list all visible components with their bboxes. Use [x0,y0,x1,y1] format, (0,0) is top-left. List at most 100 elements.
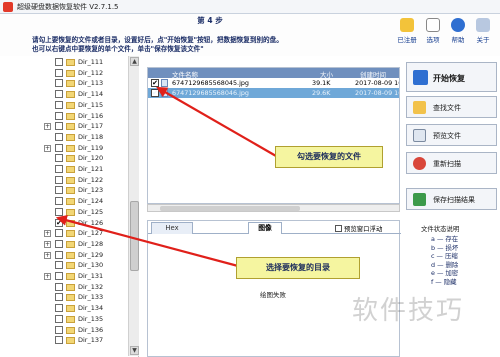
save-scan-button[interactable]: 保存扫描结果 [406,188,497,210]
tree-item[interactable]: + Dir_129 [14,250,138,260]
tree-checkbox[interactable] [55,207,63,216]
tab-hex[interactable]: Hex [151,222,193,234]
folder-icon [66,294,75,302]
tab-image[interactable]: 图像 [248,222,282,234]
tree-item[interactable]: Dir_123 [14,186,138,195]
float-window-toggle[interactable]: 预览窗口浮动 [335,224,382,233]
tree-item[interactable]: + Dir_117 [14,122,138,131]
tree-checkbox[interactable] [55,90,63,99]
tree-item[interactable]: + Dir_131 [14,272,138,281]
file-row[interactable]: ✔ 6747129685568046.jpg 29.6K 2017-08-09 … [148,88,399,98]
tree-checkbox[interactable] [55,100,63,109]
expand-icon[interactable]: + [44,240,51,248]
tree-scrollbar[interactable]: ▲ ▼ [128,56,139,356]
tree-checkbox[interactable] [55,229,63,238]
tree-item[interactable]: Dir_114 [14,90,138,99]
preview-file-button[interactable]: 预览文件 [406,124,497,146]
tree-checkbox[interactable] [55,122,63,131]
tree-item[interactable]: Dir_112 [14,68,138,78]
folder-icon [66,262,75,270]
tree-item[interactable]: + Dir_119 [14,143,138,153]
tree-item-label: Dir_134 [78,304,104,313]
tree-checkbox[interactable] [55,68,63,77]
tree-checkbox[interactable] [55,175,63,184]
rescan-button[interactable]: 重新扫描 [406,152,497,174]
tree-checkbox[interactable] [55,143,63,152]
tree-item-label: Dir_119 [78,143,104,152]
tree-item[interactable]: Dir_136 [14,325,138,335]
tree-checkbox[interactable] [55,197,63,206]
tree-checkbox[interactable] [55,165,63,173]
expand-icon[interactable]: + [44,230,51,238]
about-button[interactable]: 关于 [471,18,495,44]
expand-icon[interactable]: + [44,144,51,152]
file-list-hscrollbar[interactable] [147,204,400,212]
tree-item[interactable]: ✔ Dir_126 [14,218,138,228]
tree-checkbox[interactable] [55,79,63,88]
tree-item[interactable]: + Dir_127 [14,229,138,238]
tree-item[interactable]: Dir_132 [14,282,138,292]
tree-checkbox[interactable] [55,282,63,291]
tree-checkbox[interactable] [55,261,63,270]
tree-item[interactable]: Dir_122 [14,175,138,185]
tree-item[interactable]: Dir_115 [14,100,138,110]
options-button[interactable]: 选项 [421,18,445,44]
float-checkbox[interactable] [335,225,342,232]
file-row[interactable]: ✔ 6747129685568045.jpg 39.1K 2017-08-09 … [148,78,399,88]
tree-item-label: Dir_131 [78,272,104,280]
float-label: 预览窗口浮动 [344,225,383,233]
tree-checkbox[interactable] [55,58,63,66]
expand-icon[interactable]: + [44,273,51,280]
tree-item[interactable]: Dir_120 [14,154,138,163]
tree-item-label: Dir_113 [78,79,104,88]
tree-item[interactable]: Dir_137 [14,336,138,345]
tree-item[interactable]: Dir_124 [14,197,138,206]
folder-icon [66,133,75,141]
tree-item[interactable]: + Dir_128 [14,239,138,249]
tree-item[interactable]: Dir_113 [14,79,138,88]
folder-icon [66,326,75,334]
tree-item[interactable]: Dir_133 [14,293,138,302]
hscroll-thumb[interactable] [160,206,300,211]
help-button[interactable]: 帮助 [446,18,470,44]
scroll-thumb[interactable] [130,201,139,271]
tree-item[interactable]: Dir_121 [14,165,138,174]
tree-item[interactable]: Dir_111 [14,58,138,67]
file-checkbox[interactable]: ✔ [151,89,159,97]
tree-checkbox[interactable] [55,293,63,302]
tree-checkbox[interactable] [55,272,63,280]
tree-item-label: Dir_122 [78,175,104,184]
file-list[interactable]: 文件名称 大小 创建时间 ✔ 6747129685568045.jpg 39.1… [147,67,400,204]
tree-checkbox[interactable] [55,154,63,163]
legend-item: b — 损坏 [431,243,459,252]
start-recovery-button[interactable]: 开始恢复 [406,62,497,92]
directory-tree[interactable]: Dir_111 Dir_112 Dir_113 Dir_114 Dir_115 Dir_1… [14,56,139,357]
tree-item[interactable]: Dir_135 [14,314,138,324]
tree-item[interactable]: Dir_125 [14,207,138,217]
tree-item[interactable]: Dir_116 [14,111,138,121]
tree-checkbox[interactable] [55,304,63,313]
find-file-button[interactable]: 查找文件 [406,96,497,118]
folder-icon [66,80,75,88]
tree-checkbox[interactable] [55,250,63,259]
tree-checkbox[interactable] [55,239,63,248]
tree-checkbox[interactable] [55,186,63,195]
scroll-up-icon[interactable]: ▲ [130,57,139,66]
tree-item[interactable]: Dir_134 [14,304,138,313]
tree-item-label: Dir_135 [78,314,104,323]
tree-item-label: Dir_120 [78,154,104,163]
scroll-down-icon[interactable]: ▼ [130,346,139,355]
tree-item[interactable]: Dir_130 [14,261,138,270]
file-icon [161,79,168,87]
file-checkbox[interactable]: ✔ [151,79,159,87]
expand-icon[interactable]: + [44,123,51,131]
expand-icon[interactable]: + [44,251,51,259]
tree-checkbox[interactable] [55,314,63,323]
tree-checkbox[interactable] [55,132,63,141]
tree-checkbox[interactable] [55,336,63,345]
tree-checkbox[interactable] [55,111,63,120]
register-button[interactable]: 已注册 [395,18,419,44]
tree-item[interactable]: Dir_118 [14,132,138,142]
tree-checkbox[interactable] [55,325,63,334]
tree-checkbox[interactable]: ✔ [55,218,63,227]
